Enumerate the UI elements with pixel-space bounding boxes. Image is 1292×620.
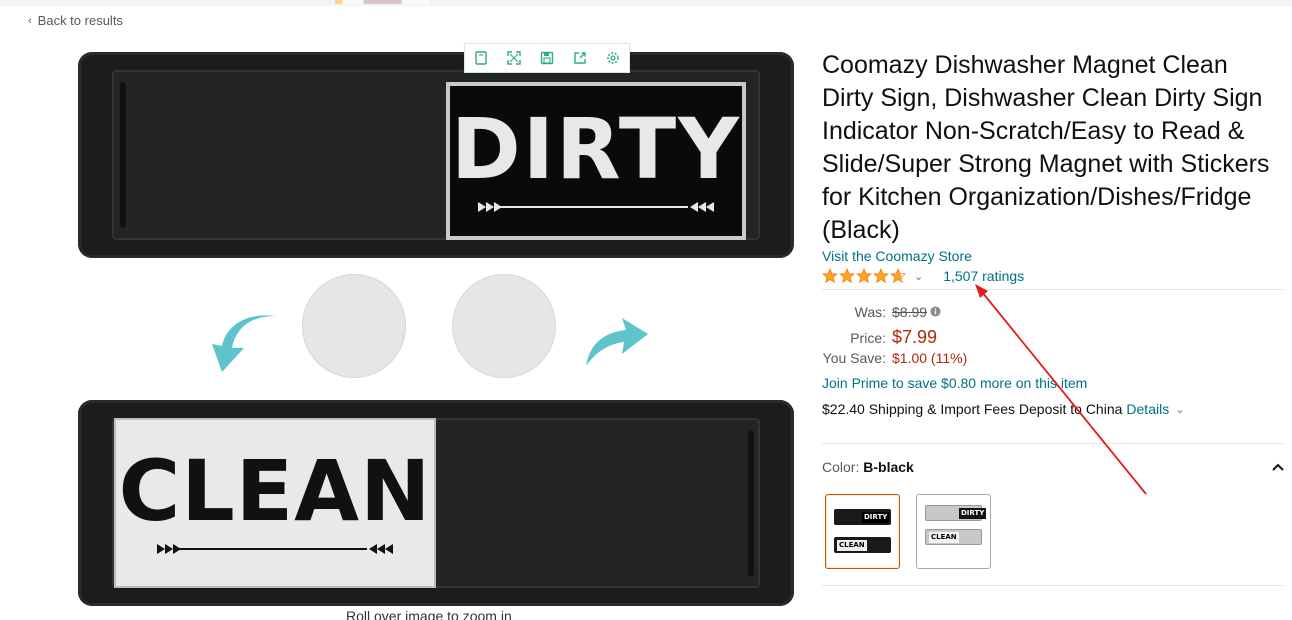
info-icon[interactable]	[930, 306, 941, 317]
swatch-bottom-label: CLEAN	[837, 540, 867, 551]
sign-instructions	[74, 270, 798, 390]
top-strip	[0, 0, 1292, 6]
shipping-row: $22.40 Shipping & Import Fees Deposit to…	[822, 401, 1282, 417]
swatch-silver[interactable]: DIRTY CLEAN	[916, 494, 991, 569]
star-icon	[839, 268, 855, 284]
chevron-left-icon: ‹	[28, 14, 32, 27]
prime-savings-link[interactable]: Join Prime to save $0.80 more on this it…	[822, 375, 1282, 391]
was-price-row: Was: $8.99	[822, 304, 1282, 327]
visit-store-link[interactable]: Visit the Coomazy Store	[822, 248, 972, 264]
chevron-up-icon[interactable]	[1272, 463, 1284, 471]
was-label: Was:	[854, 304, 886, 320]
was-price: $8.99	[892, 304, 928, 320]
rating-row: ⌄ 1,507 ratings	[822, 268, 1024, 284]
back-label: Back to results	[37, 13, 123, 28]
save-icon[interactable]	[536, 47, 558, 69]
expand-icon[interactable]	[503, 47, 525, 69]
color-swatches: DIRTY CLEAN DIRTY CLEAN	[825, 494, 991, 569]
shipping-text: $22.40 Shipping & Import Fees Deposit to…	[822, 401, 1123, 417]
price-block: Was: $8.99 Price: $7.99 You Save: $1.00 …	[822, 304, 1282, 417]
savings-value: $1.00 (11%)	[892, 350, 968, 366]
divider	[822, 585, 1284, 586]
swatch-top-label: DIRTY	[862, 512, 890, 523]
clean-text: CLEAN	[118, 442, 432, 540]
image-toolbar	[464, 43, 630, 73]
sign-rail	[748, 430, 754, 576]
ratings-count-link[interactable]: 1,507 ratings	[943, 268, 1024, 284]
dirty-plate: DIRTY	[446, 82, 746, 240]
share-icon[interactable]	[569, 47, 591, 69]
shipping-details-link[interactable]: Details	[1126, 401, 1169, 417]
divider	[822, 289, 1284, 290]
color-label: Color:	[822, 459, 860, 475]
star-half-icon	[890, 268, 906, 284]
star-rating[interactable]	[822, 268, 906, 284]
star-icon	[873, 268, 889, 284]
chevron-down-icon[interactable]: ⌄	[914, 270, 923, 283]
decorative-arrow-icon	[478, 202, 714, 212]
current-price: $7.99	[892, 327, 938, 347]
back-to-results-link[interactable]: ‹ Back to results	[28, 13, 123, 28]
divider	[822, 443, 1284, 444]
clean-plate: CLEAN	[114, 418, 436, 588]
sign-rail	[120, 82, 126, 228]
teal-arrow-right-icon	[586, 318, 648, 366]
chevron-down-icon[interactable]: ⌄	[1175, 403, 1184, 416]
savings-row: You Save: $1.00 (11%)	[822, 350, 1282, 373]
sticker-circle	[452, 274, 556, 378]
decorative-arrow-icon	[157, 544, 393, 554]
star-icon	[822, 268, 838, 284]
teal-arrow-left-icon	[212, 315, 276, 372]
color-selector-header[interactable]: Color: B-black	[822, 459, 1284, 475]
dirty-sign-illustration: DIRTY	[78, 52, 794, 258]
swatch-thumbnail: DIRTY CLEAN	[923, 501, 987, 562]
swatch-thumbnail: DIRTY CLEAN	[832, 501, 893, 562]
settings-icon[interactable]	[602, 47, 624, 69]
header-fragment	[335, 0, 430, 4]
zoom-caption: Roll over image to zoom in	[346, 608, 512, 620]
bookmark-icon[interactable]	[470, 47, 492, 69]
swatch-black[interactable]: DIRTY CLEAN	[825, 494, 900, 569]
sticker-circle	[302, 274, 406, 378]
price-label: Price:	[850, 330, 886, 346]
selected-color: B-black	[863, 459, 914, 475]
price-row: Price: $7.99	[822, 327, 1282, 350]
savings-label: You Save:	[822, 350, 886, 366]
dirty-text: DIRTY	[450, 100, 741, 198]
swatch-bottom-label: CLEAN	[929, 532, 959, 543]
clean-sign-illustration: CLEAN	[78, 400, 794, 606]
product-title: Coomazy Dishwasher Magnet Clean Dirty Si…	[822, 51, 1270, 244]
swatch-top-label: DIRTY	[959, 508, 987, 519]
product-image[interactable]: DIRTY CLEAN	[74, 48, 798, 610]
star-icon	[856, 268, 872, 284]
